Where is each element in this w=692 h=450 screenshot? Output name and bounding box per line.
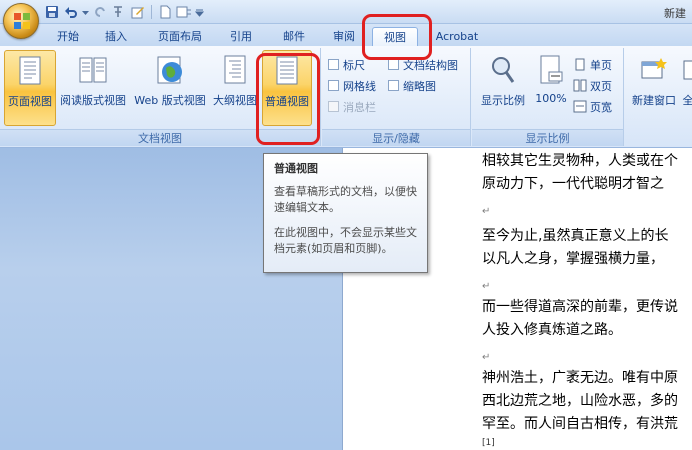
zoom-100-icon xyxy=(535,54,567,86)
two-pages-label: 双页 xyxy=(590,79,612,93)
tooltip-note: 在此视图中，不会显示某些文档元素(如页眉和页脚)。 xyxy=(274,226,417,255)
ruler-checkbox[interactable]: 标尺 xyxy=(328,56,365,73)
arrange-all-label: 全 xyxy=(682,94,692,107)
undo-dropdown-icon[interactable] xyxy=(82,4,89,20)
page-width-button[interactable]: 页宽 xyxy=(573,98,612,115)
zoom-button[interactable]: 显示比例 xyxy=(478,50,528,126)
outline-view-icon xyxy=(219,54,251,86)
doc-line: 罕至。而人间自古相传，有洪荒 xyxy=(482,416,678,432)
gridlines-checkbox[interactable]: 网格线 xyxy=(328,77,376,94)
zoom-100-button[interactable]: 100% xyxy=(532,50,570,126)
doc-line: 神州浩土，广袤无边。唯有中原 xyxy=(482,370,678,386)
doc-line: 人投入修真炼道之路。 xyxy=(482,322,622,338)
ribbon-tab-strip: 开始 插入 页面布局 引用 邮件 审阅 视图 Acrobat xyxy=(0,24,692,46)
checkbox-box[interactable] xyxy=(328,59,339,70)
new-window-label: 新建窗口 xyxy=(632,94,676,107)
undo-icon[interactable] xyxy=(63,4,79,20)
two-pages-button[interactable]: 双页 xyxy=(573,77,612,94)
full-screen-reading-button[interactable]: 阅读版式视图 xyxy=(58,50,128,126)
one-page-button[interactable]: 单页 xyxy=(573,56,612,73)
new-window-button[interactable]: 新建窗口 xyxy=(628,50,680,126)
web-layout-icon xyxy=(154,54,186,86)
redo-icon[interactable] xyxy=(92,4,108,20)
page-width-icon xyxy=(573,100,587,114)
office-button[interactable] xyxy=(3,3,39,39)
new-window-icon xyxy=(638,54,670,86)
zoom-100-label: 100% xyxy=(535,92,567,105)
doc-line: 相较其它生灵物种，人类或在个 xyxy=(482,153,678,169)
print-layout-button[interactable]: 页面视图 xyxy=(4,50,56,126)
group-show-hide: 标尺 网格线 消息栏 文档结构图 缩略图 显示/隐藏 xyxy=(322,48,471,146)
checkbox-box[interactable] xyxy=(388,59,399,70)
checkbox-box xyxy=(328,101,339,112)
paragraph-mark: ↵ xyxy=(482,352,491,363)
doc-line: 而一些得道高深的前辈，更传说 xyxy=(482,299,678,315)
one-page-icon xyxy=(573,58,587,72)
tab-review[interactable]: 审阅 xyxy=(328,27,360,46)
footnote-ref: [1] xyxy=(482,438,495,448)
paragraph-mark: ↵ xyxy=(482,206,491,217)
doc-line: 以凡人之身，掌握强横力量， xyxy=(482,251,664,267)
doc-line: 西北边荒之地，山险水恶，多的 xyxy=(482,393,678,409)
group-label-show-hide: 显示/隐藏 xyxy=(322,129,470,146)
ribbon: 页面视图 阅读版式视图 Web 版式视图 大纲视图 普通视图 文档视图 标尺 网… xyxy=(0,46,692,148)
highlight-view-tab xyxy=(362,14,432,60)
doc-line: 原动力下，一代代聪明才智之 xyxy=(482,176,664,192)
tooltip-description: 查看草稿形式的文档，以便快速编辑文本。 xyxy=(274,185,417,214)
outline-view-label: 大纲视图 xyxy=(213,94,257,107)
edit-icon[interactable] xyxy=(130,4,146,20)
print-layout-icon xyxy=(14,55,46,87)
tooltip-draft-view: 普通视图 查看草稿形式的文档，以便快速编辑文本。 在此视图中，不会显示某些文档元… xyxy=(263,153,428,273)
two-pages-icon xyxy=(573,79,587,93)
doc-line: 至今为止,虽然真正意义上的长 xyxy=(482,228,669,244)
window-title: 新建 xyxy=(664,7,686,20)
toolbar-separator xyxy=(151,5,152,19)
message-bar-checkbox: 消息栏 xyxy=(328,98,376,115)
reading-layout-label: 阅读版式视图 xyxy=(60,94,126,107)
web-layout-button[interactable]: Web 版式视图 xyxy=(131,50,209,126)
group-window: 新建窗口 全 xyxy=(625,48,692,146)
web-layout-label: Web 版式视图 xyxy=(134,94,206,107)
zoom-label: 显示比例 xyxy=(481,94,525,107)
tab-page-layout[interactable]: 页面布局 xyxy=(152,27,208,46)
gridlines-label: 网格线 xyxy=(343,79,376,93)
ruler-label: 标尺 xyxy=(343,58,365,72)
print-layout-label: 页面视图 xyxy=(8,95,52,108)
tab-mailings[interactable]: 邮件 xyxy=(278,27,310,46)
tooltip-title: 普通视图 xyxy=(274,162,318,175)
reading-layout-icon xyxy=(77,54,109,86)
tab-acrobat[interactable]: Acrobat xyxy=(430,27,484,46)
office-logo-icon xyxy=(14,13,30,29)
one-page-label: 单页 xyxy=(590,58,612,72)
group-zoom: 显示比例 100% 单页 双页 页宽 显示比例 xyxy=(472,48,624,146)
checkbox-box[interactable] xyxy=(388,80,399,91)
page-width-label: 页宽 xyxy=(590,100,612,114)
highlight-draft-view xyxy=(256,53,320,145)
thumbnails-checkbox[interactable]: 缩略图 xyxy=(388,77,436,94)
magnifier-icon xyxy=(487,54,519,86)
checkbox-box[interactable] xyxy=(328,80,339,91)
tab-insert[interactable]: 插入 xyxy=(100,27,132,46)
layout-icon[interactable] xyxy=(176,4,192,20)
quick-access-toolbar xyxy=(44,3,204,21)
tab-home[interactable]: 开始 xyxy=(52,27,84,46)
group-label-zoom: 显示比例 xyxy=(472,129,623,146)
thumbnails-label: 缩略图 xyxy=(403,79,436,93)
paragraph-mark: ↵ xyxy=(482,281,491,292)
save-icon[interactable] xyxy=(44,4,60,20)
outline-view-button[interactable]: 大纲视图 xyxy=(210,50,260,126)
customize-dropdown-icon[interactable] xyxy=(195,4,204,20)
format-painter-icon[interactable] xyxy=(111,4,127,20)
new-doc-icon[interactable] xyxy=(157,4,173,20)
tab-references[interactable]: 引用 xyxy=(225,27,257,46)
arrange-all-icon xyxy=(681,54,692,86)
title-bar: 新建 xyxy=(0,0,692,24)
message-bar-label: 消息栏 xyxy=(343,100,376,114)
arrange-all-button[interactable]: 全 xyxy=(681,50,692,126)
